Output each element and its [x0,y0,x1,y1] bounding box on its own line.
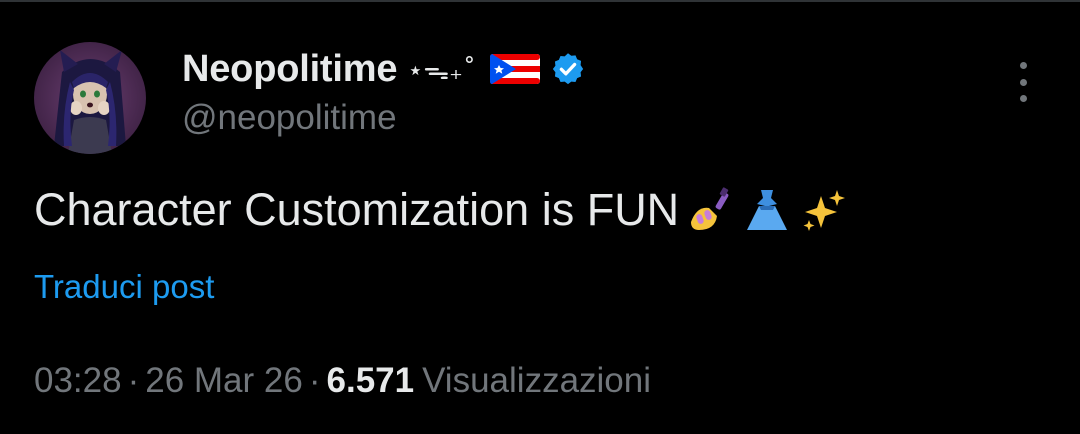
top-divider [0,0,1080,2]
more-dot [1019,62,1027,69]
views-label: Visualizzazioni [422,361,652,400]
avatar[interactable] [34,42,146,154]
separator: · [308,361,321,400]
tweet-date[interactable]: 26 Mar 26 [145,361,303,401]
views-count[interactable]: 6.571 [327,361,415,401]
tweet-text: Character Customization is FUN [34,182,847,238]
more-vertical-icon[interactable] [1010,62,1036,102]
verified-badge-icon [550,51,586,87]
name-decoration: ⋆ᯓ₊˚ [407,56,476,86]
tweet-time[interactable]: 03:28 [34,361,122,401]
puerto-rico-flag-icon [489,54,540,84]
translate-post-link[interactable]: Traduci post [34,268,214,306]
more-dot [1019,78,1027,86]
display-name[interactable]: Neopolitime [182,48,397,91]
user-handle[interactable]: @neopolitime [182,98,397,138]
tweet-meta: 03:28 · 26 Mar 26 · 6.571 Visualizzazion… [34,358,651,404]
separator: · [127,361,140,400]
dress-emoji [743,186,791,234]
user-name-row: Neopolitime ⋆ᯓ₊˚ [182,44,586,94]
more-dot [1019,95,1027,102]
tweet-body: Character Customization is FUN [34,184,680,235]
nail-polish-emoji [687,186,735,234]
sparkles-emoji [799,186,847,234]
